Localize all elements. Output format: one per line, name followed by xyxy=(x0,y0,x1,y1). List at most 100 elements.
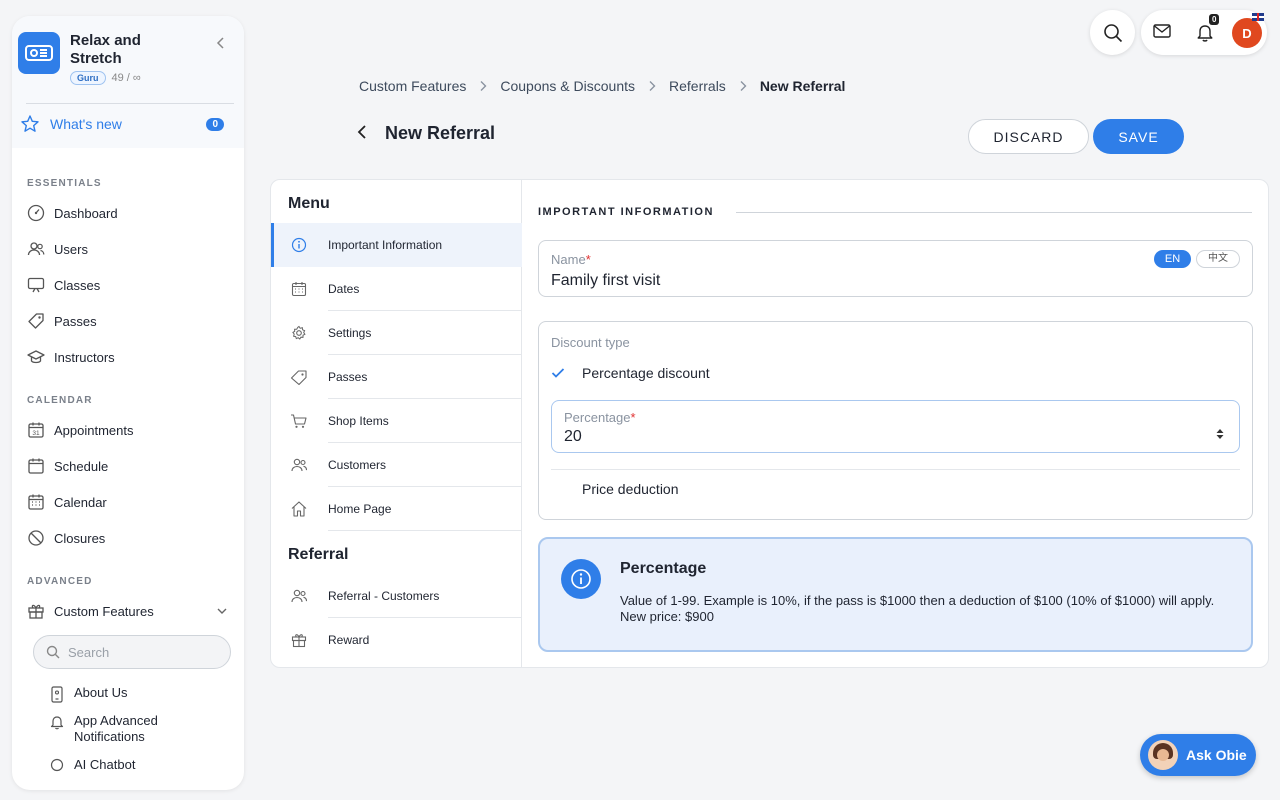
ask-obie-button[interactable]: Ask Obie xyxy=(1140,734,1256,776)
whats-new-link[interactable]: What's new 0 xyxy=(18,104,228,144)
sidebar-item-schedule[interactable]: Schedule xyxy=(12,448,244,484)
menu-item-referral-customers[interactable]: Referral - Customers xyxy=(271,574,522,618)
name-field[interactable]: Name* EN 中文 xyxy=(538,240,1253,297)
graduation-cap-icon xyxy=(26,347,46,367)
section-essentials: ESSENTIALS xyxy=(27,178,102,189)
phone-icon xyxy=(50,686,66,703)
messages-button[interactable] xyxy=(1153,23,1171,39)
top-actions: 0 D xyxy=(1141,10,1267,55)
menu-item-label: Shop Items xyxy=(328,414,389,428)
whats-new-label: What's new xyxy=(50,116,122,132)
menu-item-label: Reward xyxy=(328,633,370,647)
breadcrumb-coupons-discounts[interactable]: Coupons & Discounts xyxy=(500,78,635,94)
collapse-sidebar-button[interactable] xyxy=(214,36,228,50)
sidebar-subitem-label: About Us xyxy=(74,685,128,700)
info-icon xyxy=(561,559,601,599)
sidebar-subitem-label: AI Chatbot xyxy=(74,757,136,772)
section-calendar: CALENDAR xyxy=(27,395,93,406)
sidebar: Relax and Stretch Guru 49 / ∞ What's new… xyxy=(12,16,244,790)
sidebar-item-label: Closures xyxy=(54,530,106,546)
chevron-left-icon xyxy=(357,125,366,139)
breadcrumb-current: New Referral xyxy=(759,78,846,94)
global-search-button[interactable] xyxy=(1090,10,1135,55)
sidebar-item-instructors[interactable]: Instructors xyxy=(12,339,244,375)
section-advanced: ADVANCED xyxy=(27,576,93,587)
info-title: Percentage xyxy=(620,560,707,577)
sidebar-item-label: Appointments xyxy=(54,422,134,438)
required-mark: * xyxy=(585,252,591,267)
sidebar-item-passes[interactable]: Passes xyxy=(12,303,244,339)
menu-item-dates[interactable]: Dates xyxy=(271,267,522,311)
referral-heading: Referral xyxy=(288,546,349,563)
breadcrumb-custom-features[interactable]: Custom Features xyxy=(359,78,466,94)
sidebar-item-closures[interactable]: Closures xyxy=(12,520,244,556)
sidebar-item-appointments[interactable]: 31 Appointments xyxy=(12,412,244,448)
sidebar-item-calendar[interactable]: Calendar xyxy=(12,484,244,520)
sidebar-search-input[interactable] xyxy=(68,644,208,660)
sidebar-item-classes[interactable]: Classes xyxy=(12,267,244,303)
language-zh-toggle[interactable]: 中文 xyxy=(1196,250,1240,268)
chevron-right-icon xyxy=(738,80,748,92)
sidebar-item-label: Schedule xyxy=(54,458,109,474)
mail-icon xyxy=(1153,24,1171,38)
sidebar-subitem-ai-chatbot[interactable]: AI Chatbot xyxy=(12,757,244,777)
cart-icon xyxy=(290,413,308,429)
sidebar-item-custom-features[interactable]: Custom Features xyxy=(12,593,244,629)
board-icon xyxy=(26,275,46,295)
menu-item-passes[interactable]: Passes xyxy=(271,355,522,399)
sidebar-item-dashboard[interactable]: Dashboard xyxy=(12,195,244,231)
option-percentage-discount[interactable]: Percentage discount xyxy=(551,358,1241,388)
sidebar-item-label: Passes xyxy=(54,313,97,329)
search-icon xyxy=(46,645,60,659)
page-title: New Referral xyxy=(385,123,496,143)
back-button[interactable] xyxy=(356,124,370,140)
percentage-field[interactable]: Percentage* xyxy=(551,400,1240,453)
form-menu: Menu Important Information Dates Setting… xyxy=(271,180,522,667)
number-stepper-icon[interactable] xyxy=(1215,427,1225,441)
menu-item-label: Home Page xyxy=(328,502,392,516)
notifications-button[interactable] xyxy=(1196,22,1214,42)
menu-item-settings[interactable]: Settings xyxy=(271,311,522,355)
sidebar-subitem-label: App Advanced Notifications xyxy=(74,713,158,744)
option-label: Percentage discount xyxy=(582,365,710,381)
user-avatar[interactable]: D xyxy=(1232,18,1262,48)
discard-button[interactable]: DISCARD xyxy=(968,119,1089,154)
name-input[interactable] xyxy=(551,272,1111,290)
sidebar-subitem-app-advanced-notifications[interactable]: App Advanced Notifications xyxy=(12,713,244,757)
sidebar-search[interactable] xyxy=(33,635,231,669)
brand-logo-icon xyxy=(18,32,60,74)
check-icon xyxy=(551,367,571,379)
sidebar-item-users[interactable]: Users xyxy=(12,231,244,267)
gift-icon xyxy=(26,601,46,621)
breadcrumb-referrals[interactable]: Referrals xyxy=(669,78,726,94)
option-label: Price deduction xyxy=(582,481,679,497)
percentage-input[interactable] xyxy=(564,428,1164,446)
menu-item-home-page[interactable]: Home Page xyxy=(271,487,522,531)
sidebar-header: Relax and Stretch Guru 49 / ∞ What's new… xyxy=(12,16,244,148)
menu-item-reward[interactable]: Reward xyxy=(271,618,522,662)
name-label: Name* xyxy=(551,252,591,267)
sidebar-item-label: Custom Features xyxy=(54,603,154,619)
chevron-down-icon xyxy=(216,605,228,617)
menu-heading: Menu xyxy=(288,195,330,212)
menu-item-shop-items[interactable]: Shop Items xyxy=(271,399,522,443)
required-mark: * xyxy=(630,410,636,425)
gear-icon xyxy=(290,325,308,341)
calendar-icon xyxy=(26,456,46,476)
ban-icon xyxy=(26,528,46,548)
menu-item-label: Settings xyxy=(328,326,372,340)
language-en-toggle[interactable]: EN xyxy=(1154,250,1191,268)
menu-item-customers[interactable]: Customers xyxy=(271,443,522,487)
star-icon xyxy=(21,115,39,132)
info-callout: Percentage Value of 1-99. Example is 10%… xyxy=(538,537,1253,652)
sidebar-item-label: Users xyxy=(54,241,88,257)
save-button[interactable]: SAVE xyxy=(1093,119,1184,154)
referral-form-card: Menu Important Information Dates Setting… xyxy=(270,179,1269,668)
uk-flag-icon[interactable] xyxy=(1252,13,1264,21)
menu-item-important-information[interactable]: Important Information xyxy=(271,223,522,267)
option-price-deduction[interactable]: Price deduction xyxy=(551,474,1241,504)
plan-badge: Guru xyxy=(70,71,106,85)
percentage-label: Percentage* xyxy=(564,410,636,425)
sidebar-subitem-about-us[interactable]: About Us xyxy=(12,685,244,713)
tag-icon xyxy=(26,311,46,331)
